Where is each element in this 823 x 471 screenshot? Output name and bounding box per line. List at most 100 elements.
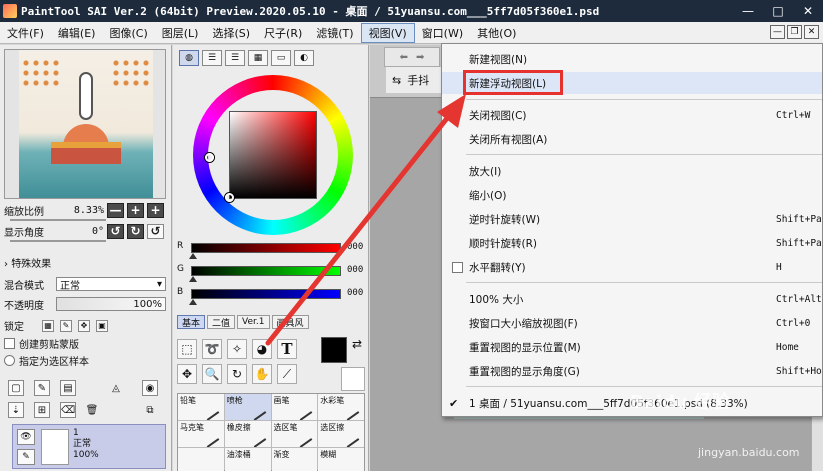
menu-window[interactable]: 窗口(W)	[415, 23, 470, 43]
trash-icon[interactable]: 🗑	[84, 402, 100, 418]
menu-item-zoom-out[interactable]: 缩小(O)	[442, 184, 822, 206]
fill-layer-icon[interactable]: ◬	[108, 380, 124, 396]
transfer-down-icon[interactable]: ⇣	[8, 402, 24, 418]
zoom-reset-button[interactable]: +	[147, 202, 164, 218]
navigator-preview[interactable]	[4, 49, 166, 199]
green-value[interactable]: 000	[347, 265, 363, 275]
menu-item-rotate-ccw[interactable]: 逆时针旋转(W) Shift+Pa	[442, 208, 822, 230]
doc-close-button[interactable]: ✕	[804, 25, 819, 39]
swap-colors-icon[interactable]: ⇄	[352, 337, 362, 351]
minimize-button[interactable]: —	[733, 0, 763, 22]
menu-item-reset-position[interactable]: 重置视图的显示位置(M) Home	[442, 336, 822, 358]
color-wheel-tab-icon[interactable]: ◍	[179, 50, 199, 66]
tab-ver1[interactable]: Ver.1	[237, 315, 270, 329]
color-marker[interactable]	[225, 193, 234, 202]
lock-transparency-icon[interactable]: ▦	[42, 319, 54, 332]
menu-item-close-view[interactable]: 关闭视图(C) Ctrl+W	[442, 104, 822, 126]
menu-item-actual-size[interactable]: 100% 大小 Ctrl+Alt	[442, 288, 822, 310]
menu-edit[interactable]: 编辑(E)	[51, 23, 103, 43]
lock-move-icon[interactable]: ✥	[78, 319, 90, 332]
rotate-icon[interactable]: ↻	[227, 364, 247, 384]
hue-marker[interactable]	[205, 153, 214, 162]
brush-bucket[interactable]: 油漆桶	[224, 448, 271, 471]
text-icon[interactable]: T	[277, 339, 297, 359]
eyedropper-icon[interactable]: ⟋	[277, 364, 297, 384]
tab-painting[interactable]: 画具风	[271, 315, 309, 329]
menu-filter[interactable]: 滤镜(T)	[309, 23, 360, 43]
brush-brush[interactable]: 画笔	[271, 394, 318, 420]
background-color-swatch[interactable]	[341, 367, 365, 391]
maximize-button[interactable]: □	[763, 0, 793, 22]
angle-slider[interactable]	[10, 240, 106, 242]
new-folder-icon[interactable]: ▤	[60, 380, 76, 396]
color-wheel[interactable]	[193, 75, 353, 235]
green-slider[interactable]	[191, 266, 341, 276]
brush-empty[interactable]	[178, 448, 224, 471]
blue-slider[interactable]	[191, 289, 341, 299]
layer-settings-icon[interactable]: ⧉	[142, 402, 158, 418]
menu-item-rotate-cw[interactable]: 顺时针旋转(R) Shift+Pa	[442, 232, 822, 254]
zoom-in-button[interactable]: +	[127, 202, 144, 218]
brush-airbrush[interactable]: 喷枪	[224, 394, 271, 420]
menu-item-reset-angle[interactable]: 重置视图的显示角度(G) Shift+Ho	[442, 360, 822, 382]
menu-select[interactable]: 选择(S)	[205, 23, 257, 43]
rotate-ccw-button[interactable]: ↺	[107, 223, 124, 239]
new-pen-layer-icon[interactable]: ✎	[34, 380, 50, 396]
brush-selection-pen[interactable]: 选区笔	[271, 421, 318, 447]
doc-minimize-button[interactable]: —	[770, 25, 785, 39]
move-icon[interactable]: ✥	[177, 364, 197, 384]
rotate-cw-button[interactable]: ↻	[127, 223, 144, 239]
hsv-slider-tab-icon[interactable]: ☰	[225, 50, 245, 66]
brush-selection-eraser[interactable]: 选区擦	[318, 421, 364, 447]
sample-radio[interactable]	[4, 355, 15, 366]
menu-item-fit-window[interactable]: 按窗口大小缩放视图(F) Ctrl+0	[442, 312, 822, 334]
swatch-tab-icon[interactable]: ▦	[248, 50, 268, 66]
menu-item-zoom-in[interactable]: 放大(I)	[442, 160, 822, 182]
tab-binary[interactable]: 二值	[207, 315, 236, 329]
zoom-icon[interactable]: 🔍	[202, 364, 222, 384]
flip-checkbox[interactable]	[452, 261, 463, 273]
lasso-icon[interactable]: ➰	[202, 339, 222, 359]
saturation-value-square[interactable]	[229, 111, 317, 199]
brush-pencil[interactable]: 铅笔	[178, 394, 224, 420]
rgb-slider-tab-icon[interactable]: ☰	[202, 50, 222, 66]
menu-other[interactable]: 其他(O)	[470, 23, 523, 43]
pen-icon[interactable]: ✎	[17, 449, 35, 465]
menu-layer[interactable]: 图层(L)	[155, 23, 206, 43]
brush-blur[interactable]: 模糊	[318, 448, 364, 471]
shape-icon[interactable]: ◕	[252, 339, 272, 359]
layer-item[interactable]: 👁 ✎ 1 正常 100%	[12, 424, 166, 469]
menu-item-close-all-views[interactable]: 关闭所有视图(A)	[442, 128, 822, 150]
clip-checkbox[interactable]	[4, 338, 15, 349]
scratchpad-tab-icon[interactable]: ▭	[271, 50, 291, 66]
menu-file[interactable]: 文件(F)	[0, 23, 51, 43]
rect-select-icon[interactable]: ⬚	[177, 339, 197, 359]
new-layer-icon[interactable]: ▢	[8, 380, 24, 396]
blue-value[interactable]: 000	[347, 288, 363, 298]
magic-wand-icon[interactable]: ✧	[227, 339, 247, 359]
brush-watercolor[interactable]: 水彩笔	[318, 394, 364, 420]
mask-icon[interactable]: ◉	[142, 380, 158, 396]
zoom-out-button[interactable]: —	[107, 202, 124, 218]
rotate-reset-button[interactable]: ↺	[147, 223, 164, 239]
swap-icon[interactable]: ⇆	[392, 74, 401, 87]
gradient-tab-icon[interactable]: ◐	[294, 50, 314, 66]
red-value[interactable]: 000	[347, 242, 363, 252]
menu-item-new-view[interactable]: 新建视图(N)	[442, 48, 822, 70]
red-slider[interactable]	[191, 243, 341, 253]
merge-down-icon[interactable]: ⊞	[34, 402, 50, 418]
menu-image[interactable]: 图像(C)	[102, 23, 154, 43]
close-button[interactable]: ✕	[793, 0, 823, 22]
foreground-color-swatch[interactable]	[321, 337, 347, 363]
blend-mode-select[interactable]: 正常 ▾	[56, 277, 166, 292]
lock-paint-icon[interactable]: ✎	[60, 319, 72, 332]
blue-handle[interactable]	[189, 299, 197, 305]
menu-ruler[interactable]: 尺子(R)	[257, 23, 309, 43]
clear-layer-icon[interactable]: ⌫	[60, 402, 76, 418]
red-handle[interactable]	[189, 253, 197, 259]
brush-marker[interactable]: 马克笔	[178, 421, 224, 447]
opacity-slider[interactable]: 100%	[56, 297, 166, 311]
brush-gradient[interactable]: 渐变	[271, 448, 318, 471]
tab-basic[interactable]: 基本	[177, 315, 206, 329]
lock-all-icon[interactable]: ▣	[96, 319, 108, 332]
